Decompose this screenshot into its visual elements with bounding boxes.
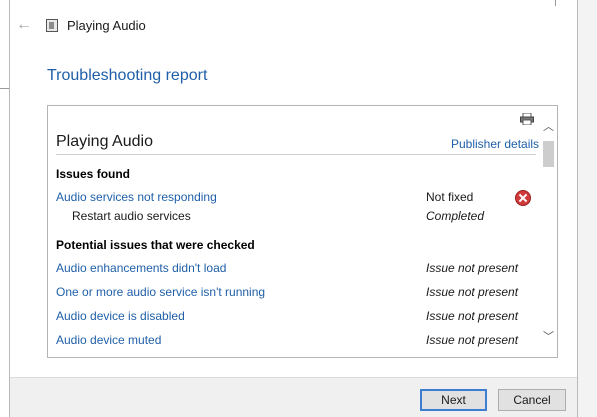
scrollbar-thumb[interactable] bbox=[543, 141, 554, 167]
report-panel: Playing Audio Publisher details Issues f… bbox=[47, 105, 558, 358]
checked-issue-link[interactable]: Audio device muted bbox=[56, 333, 161, 347]
troubleshooter-window: ← Playing Audio Troubleshooting report P… bbox=[9, 0, 578, 417]
divider bbox=[56, 154, 536, 155]
window-border-mark bbox=[555, 0, 556, 6]
checked-issue-status: Issue not present bbox=[426, 333, 519, 347]
chevron-up-icon[interactable]: ︿ bbox=[540, 120, 557, 134]
cancel-button[interactable]: Cancel bbox=[498, 389, 566, 411]
back-arrow-icon[interactable]: ← bbox=[16, 17, 32, 33]
issue-action: Restart audio services bbox=[72, 209, 191, 223]
issue-status: Not fixed bbox=[426, 190, 474, 204]
checked-issue-link[interactable]: Audio enhancements didn't load bbox=[56, 261, 226, 275]
checked-issue-link[interactable]: Audio device is disabled bbox=[56, 309, 185, 323]
checked-issues-heading: Potential issues that were checked bbox=[56, 238, 255, 252]
printer-icon[interactable] bbox=[520, 113, 534, 125]
title-bar: ← Playing Audio bbox=[10, 0, 577, 50]
error-icon bbox=[515, 190, 531, 206]
report-heading: Playing Audio bbox=[56, 133, 153, 150]
vertical-scrollbar[interactable]: ︿ ﹀ bbox=[540, 120, 557, 346]
troubleshooter-icon bbox=[46, 19, 58, 32]
button-bar: Next Cancel bbox=[10, 377, 577, 417]
publisher-details-link[interactable]: Publisher details bbox=[451, 137, 539, 151]
desktop-background-right bbox=[578, 0, 597, 417]
checked-issue-status: Issue not present bbox=[426, 261, 519, 275]
issue-action-status: Completed bbox=[426, 209, 485, 223]
checked-issue-status: Issue not present bbox=[426, 309, 519, 323]
issue-link[interactable]: Audio services not responding bbox=[56, 190, 217, 204]
issues-found-heading: Issues found bbox=[56, 167, 131, 181]
checked-issue-status: Issue not present bbox=[426, 285, 519, 299]
next-button[interactable]: Next bbox=[420, 389, 487, 411]
checked-issue-link[interactable]: One or more audio service isn't running bbox=[56, 285, 265, 299]
chevron-down-icon[interactable]: ﹀ bbox=[540, 330, 557, 344]
window-title: Playing Audio bbox=[67, 18, 146, 33]
page-title: Troubleshooting report bbox=[47, 67, 208, 84]
